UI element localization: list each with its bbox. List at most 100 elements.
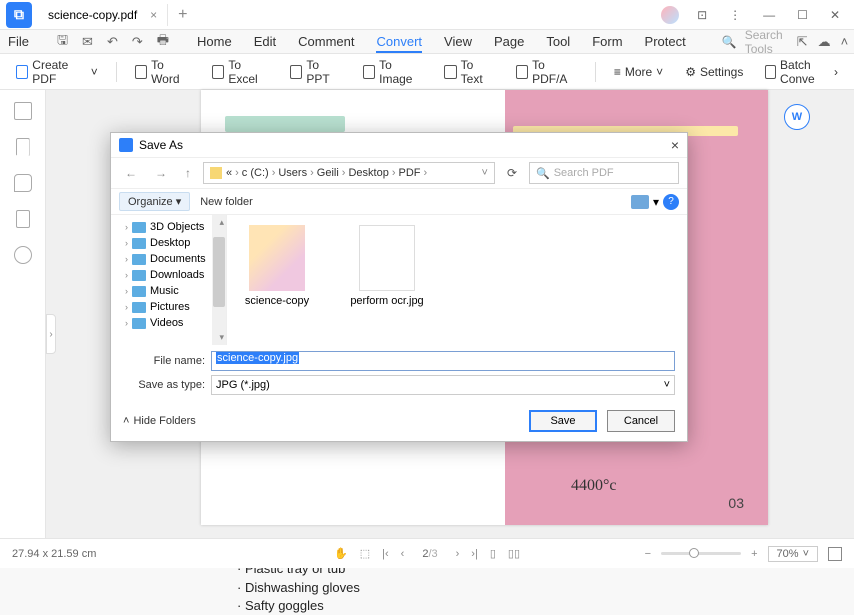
- mail-icon[interactable]: ✉: [82, 34, 93, 50]
- hand-tool-icon[interactable]: ✋: [334, 547, 348, 560]
- scroll-up-icon[interactable]: ▴: [219, 217, 224, 228]
- comments-icon[interactable]: [14, 174, 32, 192]
- tree-item-3d-objects[interactable]: ›3D Objects: [111, 219, 226, 235]
- hide-folders-button[interactable]: ˄ Hide Folders: [123, 415, 196, 427]
- menu-convert[interactable]: Convert: [376, 34, 422, 53]
- zoom-value[interactable]: 70% ˅: [768, 546, 818, 562]
- to-pdfa-button[interactable]: To PDF/A: [508, 55, 585, 89]
- share-icon[interactable]: ⇱: [797, 34, 808, 50]
- tree-item-desktop[interactable]: ›Desktop: [111, 235, 226, 251]
- user-avatar-icon[interactable]: [661, 6, 679, 24]
- to-text-button[interactable]: To Text: [436, 55, 501, 89]
- document-tab[interactable]: science-copy.pdf ×: [38, 4, 168, 26]
- page-indicator[interactable]: 2/3: [416, 548, 443, 560]
- menu-tool[interactable]: Tool: [546, 34, 570, 49]
- close-window-button[interactable]: ✕: [826, 6, 844, 24]
- tree-item-music[interactable]: ›Music: [111, 283, 226, 299]
- menu-view[interactable]: View: [444, 34, 472, 49]
- chevron-down-icon[interactable]: ▾: [653, 195, 659, 209]
- menu-edit[interactable]: Edit: [254, 34, 276, 49]
- menu-form[interactable]: Form: [592, 34, 622, 49]
- to-image-button[interactable]: To Image: [355, 55, 431, 89]
- search-panel-icon[interactable]: [14, 246, 32, 264]
- scroll-down-icon[interactable]: ▾: [219, 332, 224, 343]
- save-button[interactable]: Save: [529, 410, 597, 432]
- tree-item-pictures[interactable]: ›Pictures: [111, 299, 226, 315]
- file-area[interactable]: science-copy perform ocr.jpg: [227, 215, 687, 345]
- save-icon[interactable]: 🖫: [57, 31, 68, 53]
- cloud-icon[interactable]: ☁: [818, 34, 831, 50]
- to-word-button[interactable]: To Word: [127, 55, 198, 89]
- savetype-select[interactable]: JPG (*.jpg) ˅: [211, 375, 675, 395]
- single-page-icon[interactable]: ▯: [490, 547, 496, 560]
- collapse-icon[interactable]: ˄: [841, 34, 849, 50]
- scroll-thumb[interactable]: [213, 237, 225, 307]
- folder-tree[interactable]: ›3D Objects›Desktop›Documents›Downloads›…: [111, 215, 227, 345]
- file-item[interactable]: science-copy: [237, 225, 317, 307]
- file-item[interactable]: perform ocr.jpg: [347, 225, 427, 307]
- minimize-button[interactable]: ―: [759, 6, 779, 24]
- help-icon[interactable]: ?: [663, 194, 679, 210]
- last-page-button[interactable]: ›|: [471, 548, 478, 560]
- menu-page[interactable]: Page: [494, 34, 524, 49]
- to-excel-button[interactable]: To Excel: [204, 55, 276, 89]
- add-tab-button[interactable]: +: [168, 6, 197, 24]
- breadcrumb-item[interactable]: Users: [278, 167, 307, 179]
- next-page-button[interactable]: ›: [456, 548, 460, 560]
- cancel-button[interactable]: Cancel: [607, 410, 675, 432]
- nav-back-button[interactable]: ←: [119, 164, 143, 182]
- menu-protect[interactable]: Protect: [645, 34, 686, 49]
- word-badge-icon[interactable]: W: [784, 104, 810, 130]
- tree-item-videos[interactable]: ›Videos: [111, 315, 226, 331]
- zoom-slider[interactable]: [661, 552, 741, 555]
- zoom-handle[interactable]: [689, 548, 699, 558]
- filename-input[interactable]: science-copy.jpg: [211, 351, 675, 371]
- breadcrumb-item[interactable]: Desktop: [348, 167, 388, 179]
- refresh-button[interactable]: ⟳: [501, 164, 523, 182]
- nav-forward-button[interactable]: →: [149, 164, 173, 182]
- redo-icon[interactable]: ↷: [132, 34, 143, 50]
- tree-scrollbar[interactable]: ▴ ▾: [212, 215, 226, 345]
- menu-file[interactable]: File: [8, 34, 29, 49]
- tree-item-downloads[interactable]: ›Downloads: [111, 267, 226, 283]
- dialog-close-button[interactable]: ×: [671, 137, 679, 153]
- more-button[interactable]: ≡More˅: [606, 62, 671, 82]
- undo-icon[interactable]: ↶: [107, 34, 118, 50]
- menu-comment[interactable]: Comment: [298, 34, 354, 49]
- create-pdf-button[interactable]: Create PDF ˅: [8, 55, 106, 89]
- attachments-icon[interactable]: [16, 210, 30, 228]
- select-tool-icon[interactable]: ⬚: [360, 547, 370, 560]
- breadcrumb-dropdown-icon[interactable]: ˅: [482, 167, 488, 179]
- tree-item-documents[interactable]: ›Documents: [111, 251, 226, 267]
- notification-icon[interactable]: ⊡: [693, 6, 711, 24]
- view-mode-button[interactable]: [631, 195, 649, 209]
- thumbnails-icon[interactable]: [14, 102, 32, 120]
- breadcrumb[interactable]: «›c (C:)›Users›Geili›Desktop›PDF› ˅: [203, 162, 495, 184]
- kebab-menu-icon[interactable]: ⋮: [725, 6, 745, 24]
- to-ppt-button[interactable]: To PPT: [282, 55, 349, 89]
- breadcrumb-item[interactable]: PDF: [398, 167, 420, 179]
- nav-up-button[interactable]: ↑: [179, 164, 197, 182]
- organize-button[interactable]: Organize ▾: [119, 192, 190, 211]
- two-page-icon[interactable]: ▯▯: [508, 547, 520, 560]
- new-folder-button[interactable]: New folder: [200, 196, 253, 208]
- folder-icon: [132, 238, 146, 249]
- menu-home[interactable]: Home: [197, 34, 232, 49]
- breadcrumb-separator: ›: [307, 167, 317, 179]
- settings-button[interactable]: ⚙Settings: [677, 55, 751, 89]
- fit-page-icon[interactable]: [828, 547, 842, 561]
- batch-convert-button[interactable]: Batch Conve›: [757, 55, 846, 89]
- filename-value: science-copy.jpg: [216, 352, 299, 364]
- maximize-button[interactable]: ☐: [793, 6, 812, 24]
- search-tools-placeholder[interactable]: Search Tools: [745, 28, 783, 56]
- first-page-button[interactable]: |‹: [382, 548, 389, 560]
- search-box[interactable]: 🔍 Search PDF: [529, 162, 679, 184]
- prev-page-button[interactable]: ‹: [401, 548, 405, 560]
- breadcrumb-item[interactable]: Geili: [317, 167, 339, 179]
- print-icon[interactable]: 🖶: [157, 31, 169, 53]
- close-tab-icon[interactable]: ×: [150, 8, 157, 22]
- bookmarks-icon[interactable]: [16, 138, 30, 156]
- breadcrumb-item[interactable]: c (C:): [242, 167, 269, 179]
- zoom-in-button[interactable]: +: [751, 548, 757, 560]
- zoom-out-button[interactable]: −: [645, 548, 651, 560]
